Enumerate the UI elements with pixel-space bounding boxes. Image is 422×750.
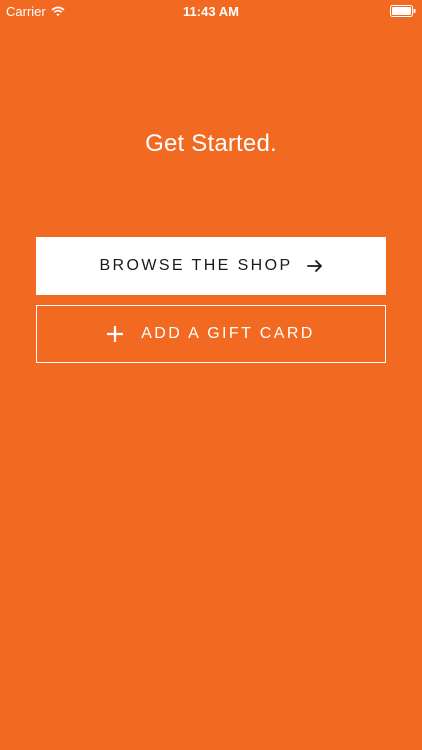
add-gift-card-label: ADD A GIFT CARD	[141, 325, 315, 342]
arrow-right-icon	[306, 260, 322, 272]
status-bar: Carrier 11:43 AM	[0, 0, 422, 22]
browse-shop-button[interactable]: BROWSE THE SHOP	[36, 237, 386, 295]
add-gift-card-button[interactable]: ADD A GIFT CARD	[36, 305, 386, 363]
battery-icon	[390, 5, 416, 17]
status-time: 11:43 AM	[183, 4, 239, 19]
page-title: Get Started.	[145, 130, 277, 157]
browse-shop-label: BROWSE THE SHOP	[99, 257, 293, 274]
plus-icon	[107, 326, 124, 342]
